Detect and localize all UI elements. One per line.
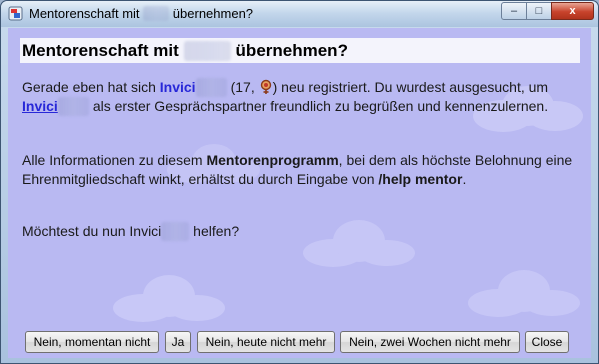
dialog-heading: Mentorenschaft mit xxxxx übernehmen?	[22, 41, 348, 61]
dialog-content: Mentorenschaft mit xxxxx übernehmen? Ger…	[8, 28, 591, 358]
maximize-button[interactable]: □	[526, 2, 552, 20]
question-text: Möchtest du nun Invicixxxx helfen?	[22, 222, 240, 241]
window-title: Mentorenschaft mit xxxx übernehmen?	[29, 6, 254, 21]
hidden-username: xxxx	[143, 6, 170, 21]
user-profile-link[interactable]: Invicixxxx	[22, 97, 89, 116]
message-paragraph-1: Gerade eben hat sich Invicixxxx (17, ) n…	[22, 78, 549, 116]
app-icon	[8, 6, 23, 21]
not-today-button[interactable]: Nein, heute nicht mehr	[197, 331, 335, 353]
hidden-username: xxxxx	[183, 41, 231, 61]
maximize-icon: □	[535, 5, 543, 17]
program-name: Mentorenprogramm	[206, 152, 339, 168]
user-name-text: Invicixxxx	[160, 78, 227, 97]
dialog-window: Mentorenschaft mit xxxx übernehmen? – □ …	[0, 0, 599, 364]
not-two-weeks-button[interactable]: Nein, zwei Wochen nicht mehr	[340, 331, 520, 353]
minimize-button[interactable]: –	[501, 2, 527, 20]
cloud-decoration	[113, 275, 225, 322]
hidden-username: xxxx	[161, 222, 190, 241]
minimize-icon: –	[510, 5, 518, 17]
title-bar[interactable]: Mentorenschaft mit xxxx übernehmen? – □ …	[1, 1, 598, 27]
help-command: /help mentor	[378, 171, 463, 187]
female-gender-icon	[260, 79, 271, 94]
close-button[interactable]: Close	[525, 331, 569, 353]
close-icon: x	[569, 5, 576, 17]
yes-button[interactable]: Ja	[165, 331, 191, 353]
heading-bar: Mentorenschaft mit xxxxx übernehmen?	[20, 38, 580, 63]
message-paragraph-2: Alle Informationen zu diesem Mentorenpro…	[22, 152, 573, 187]
window-close-button[interactable]: x	[551, 2, 594, 20]
hidden-username: xxxx	[195, 78, 227, 97]
hidden-username: xxxx	[57, 97, 89, 116]
not-now-button[interactable]: Nein, momentan nicht	[25, 331, 159, 353]
cloud-decoration	[468, 270, 580, 317]
